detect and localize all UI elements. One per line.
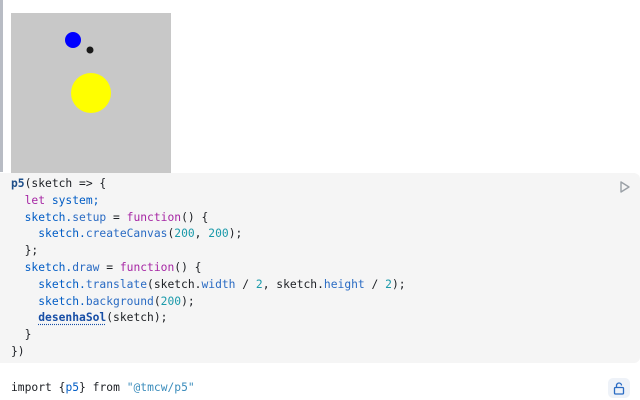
code-token: , sketch.	[262, 277, 324, 291]
code-token: p5	[11, 177, 25, 190]
code-token: );	[228, 227, 243, 241]
from-keyword: from	[92, 381, 120, 394]
code-token: width	[201, 277, 236, 291]
blue-planet	[65, 32, 81, 48]
run-button[interactable]	[618, 179, 632, 193]
code-token: }	[24, 328, 32, 342]
canvas-drawing	[65, 32, 111, 113]
code-token: 2	[385, 277, 392, 291]
code-token: () {	[174, 260, 202, 274]
code-token: );	[391, 277, 406, 291]
code-token: /	[364, 277, 386, 291]
code-token: (sketch => {	[24, 177, 107, 190]
code-token: background	[85, 294, 154, 308]
code-editor-cell[interactable]: p5(sketch => { let system; sketch.setup …	[0, 173, 640, 363]
module-string: "@tmcw/p5"	[126, 381, 195, 394]
import-cell[interactable]: import {p5} from "@tmcw/p5"	[11, 381, 195, 394]
p5-canvas[interactable]	[11, 13, 171, 173]
play-icon	[620, 181, 630, 193]
code-token: (	[153, 294, 161, 308]
code-token: function	[119, 260, 175, 274]
lock-open-icon	[613, 381, 625, 395]
black-moon	[86, 46, 94, 54]
import-name: p5	[65, 381, 80, 394]
desenhaSol-link[interactable]: desenhaSol	[38, 311, 106, 324]
code-token: (sketch);	[106, 311, 168, 325]
code-token: })	[11, 344, 25, 358]
code-token: () {	[181, 210, 209, 224]
code-token: /	[235, 277, 256, 291]
code-token: 200	[174, 227, 195, 241]
cell-gutter	[0, 0, 3, 172]
code-token: translate	[85, 277, 148, 291]
code-token: height	[323, 277, 365, 291]
code-token: =	[106, 210, 127, 224]
code-token: function	[126, 210, 182, 224]
code-token: =	[99, 260, 120, 274]
brace: }	[79, 381, 86, 394]
code-token: };	[24, 244, 39, 258]
code-token: sketch.	[24, 210, 73, 224]
code-token: let	[24, 193, 46, 207]
code-token: sketch.	[38, 294, 86, 308]
code-token: ,	[194, 227, 209, 241]
code-token: 200	[160, 294, 182, 308]
code-token: sketch.	[24, 260, 73, 274]
code-token: );	[181, 294, 195, 308]
code-token: draw	[72, 260, 100, 274]
code-token: 200	[208, 227, 229, 241]
pin-lock-button[interactable]	[608, 378, 630, 398]
code-token: sketch.	[38, 227, 86, 241]
import-keyword: import	[11, 381, 52, 394]
code-token: (sketch.	[147, 277, 202, 291]
code-token: 2	[255, 277, 263, 291]
code-token: sketch.	[38, 277, 86, 291]
yellow-sun	[71, 73, 111, 113]
code-block[interactable]: p5(sketch => { let system; sketch.setup …	[11, 176, 406, 361]
code-token: setup	[72, 210, 107, 224]
code-token: system;	[51, 193, 100, 207]
code-token: createCanvas	[85, 227, 168, 241]
